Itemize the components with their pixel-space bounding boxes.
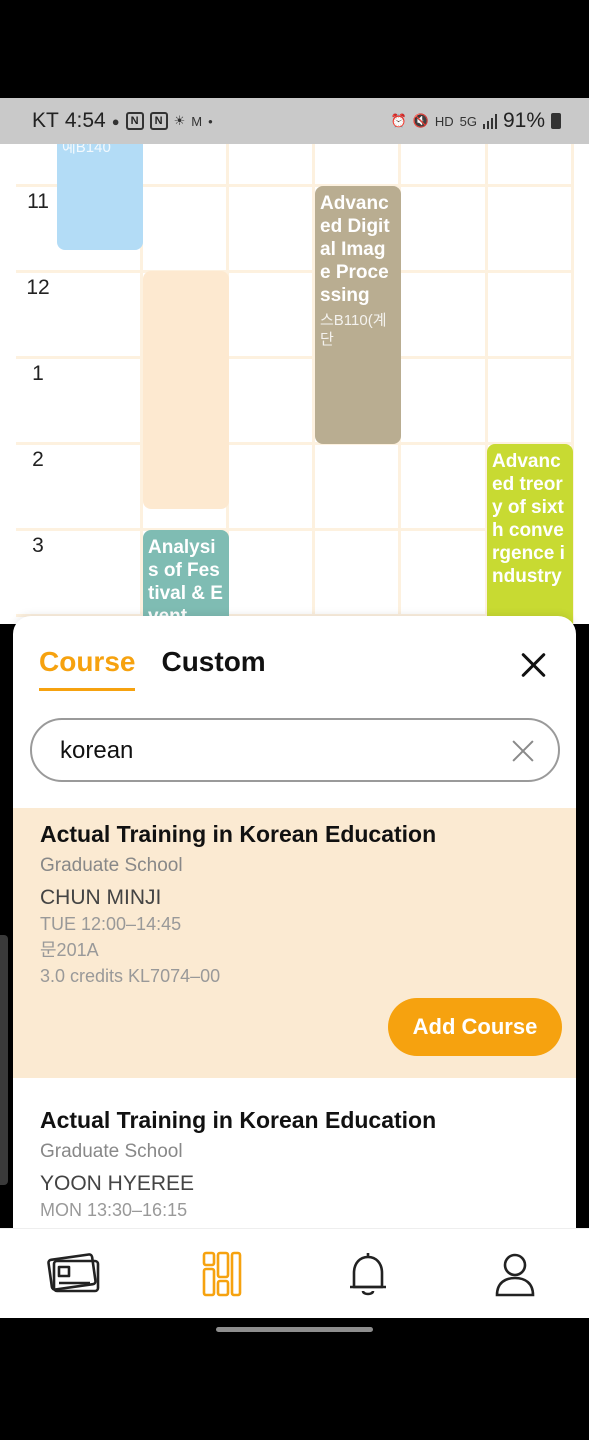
clear-icon[interactable] [512,740,534,762]
course-time: MON 13:30–16:15 [40,1200,188,1220]
clock: 4:54 [64,109,106,132]
hour-label: 2 [32,448,44,471]
course-school: Graduate School [40,1141,183,1162]
course-school: Graduate School [40,855,183,876]
signal-icon [482,113,497,129]
gmail-icon: M [191,113,203,129]
battery-icon [551,113,561,129]
course-title: Analysis of Festival & Event [148,537,223,624]
talk-icon: ● [111,113,120,129]
tab-custom[interactable]: Custom [161,646,265,691]
bottom-nav [0,1228,589,1318]
edge-panel-handle[interactable] [0,935,8,1185]
course-search-sheet: Course Custom Actual Training in Korean … [13,616,576,1228]
course-name: Actual Training in Korean Education [40,1107,437,1133]
timetable-grid: 11 12 1 2 3 예B140 Advanced Digital Image… [0,144,589,624]
course-block[interactable]: Analysis of Festival & Event [143,530,229,624]
course-professor: CHUN MINJI [40,886,162,909]
hd-icon: HD [434,113,454,129]
hour-label: 1 [32,362,44,385]
close-icon[interactable] [520,652,546,678]
search-field[interactable] [30,718,560,782]
course-room: 문201A [40,940,99,960]
tab-course[interactable]: Course [39,646,136,691]
battery-percent: 91% [502,109,545,132]
carrier-label: KT [32,109,59,132]
course-title: Advanced treory of sixth convergence ind… [492,451,565,587]
notion-icon: N [125,112,144,130]
search-input[interactable] [60,732,480,770]
course-name: Actual Training in Korean Education [40,821,437,847]
course-block[interactable]: 예B140 [57,144,143,250]
course-professor: YOON HYEREE [40,1172,195,1195]
home-indicator[interactable] [216,1327,373,1332]
course-block-preview[interactable] [143,271,229,509]
person-icon[interactable] [488,1249,542,1299]
course-block[interactable]: Advanced Digital Image Processing 스B110(… [315,186,401,444]
sheet-tabs: Course Custom [39,646,266,691]
hour-label: 12 [26,276,50,299]
hour-label: 3 [32,534,44,557]
course-result[interactable]: Actual Training in Korean Education Grad… [13,1094,576,1228]
bell-icon[interactable] [341,1249,395,1299]
mute-icon: 🔇 [412,113,429,128]
course-credits: 3.0 credits KL7074–00 [40,966,221,986]
timetable-icon[interactable] [194,1249,248,1299]
screen: { "status_bar": { "carrier": "KT", "time… [0,0,589,1440]
course-room: 스B110(계단 [320,312,387,348]
status-bar: KT 4:54 ● N N ☀ M • ⏰ 🔇 HD 5G 91% [0,98,589,144]
dot-icon: • [208,113,213,129]
notion-icon: N [149,112,168,130]
course-room: 예B140 [62,144,111,156]
add-course-button[interactable]: Add Course [388,998,562,1056]
weather-icon: ☀ [173,113,186,128]
course-result[interactable]: Actual Training in Korean Education Grad… [13,808,576,1078]
card-icon[interactable] [46,1249,100,1299]
alarm-icon: ⏰ [390,113,407,128]
course-time: TUE 12:00–14:45 [40,914,182,934]
5g-icon: 5G [459,113,477,129]
course-title: Advanced Digital Image Processing [320,193,390,306]
course-block[interactable]: Advanced treory of sixth convergence ind… [487,444,573,624]
hour-label: 11 [27,190,49,213]
